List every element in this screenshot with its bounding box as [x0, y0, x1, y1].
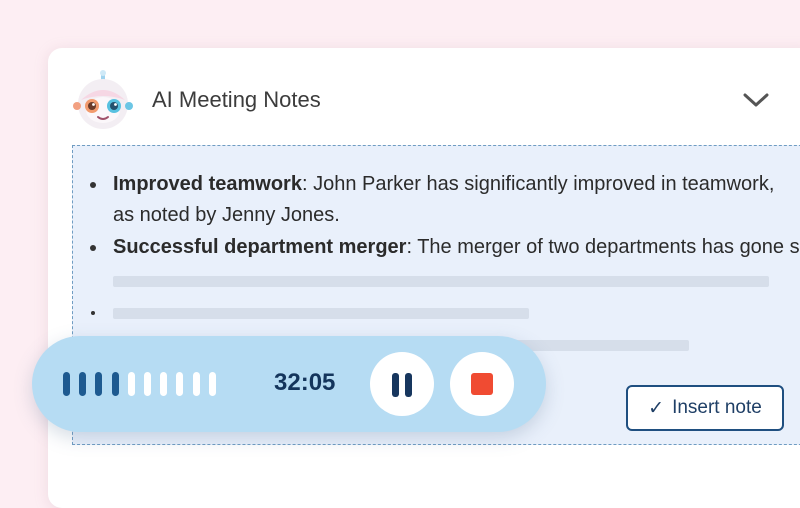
loading-placeholder-line	[113, 308, 529, 319]
stop-button[interactable]	[450, 352, 514, 416]
recording-timer: 32:05	[274, 369, 336, 396]
chevron-down-icon[interactable]	[738, 86, 774, 114]
note-item: Successful department merger: The merger…	[113, 236, 800, 259]
waveform-bar	[192, 372, 200, 396]
bullet-icon	[90, 182, 96, 188]
waveform-bar-active	[111, 372, 119, 396]
recording-controls: 32:05	[32, 336, 546, 432]
note-item-continuation: as noted by Jenny Jones.	[113, 204, 340, 226]
waveform-bar-active	[79, 372, 87, 396]
waveform-bar	[208, 372, 216, 396]
robot-avatar-icon	[73, 70, 133, 129]
waveform-bar	[160, 372, 168, 396]
note-heading: Improved teamwork	[113, 173, 302, 195]
insert-note-label: Insert note	[672, 397, 762, 418]
stop-icon	[471, 373, 493, 395]
meeting-notes-card: AI Meeting Notes Improved teamwork: John…	[48, 48, 800, 508]
pause-button[interactable]	[370, 352, 434, 416]
waveform-bar-active	[63, 372, 70, 396]
note-text: : John Parker has significantly improved…	[301, 173, 775, 195]
loading-placeholder-line	[113, 276, 769, 287]
waveform-bar	[144, 372, 151, 396]
waveform-bar	[127, 372, 135, 396]
note-text: : The merger of two departments has gone…	[406, 236, 800, 258]
waveform-bar	[176, 372, 184, 396]
waveform-bar-active	[95, 372, 103, 396]
bullet-icon	[90, 245, 96, 251]
bullet-icon	[91, 311, 95, 315]
insert-note-button[interactable]: ✓ Insert note	[626, 385, 784, 431]
note-heading: Successful department merger	[113, 236, 407, 258]
page-title: AI Meeting Notes	[152, 87, 321, 112]
note-item: Improved teamwork: John Parker has signi…	[113, 173, 774, 196]
checkmark-icon: ✓	[648, 397, 665, 419]
